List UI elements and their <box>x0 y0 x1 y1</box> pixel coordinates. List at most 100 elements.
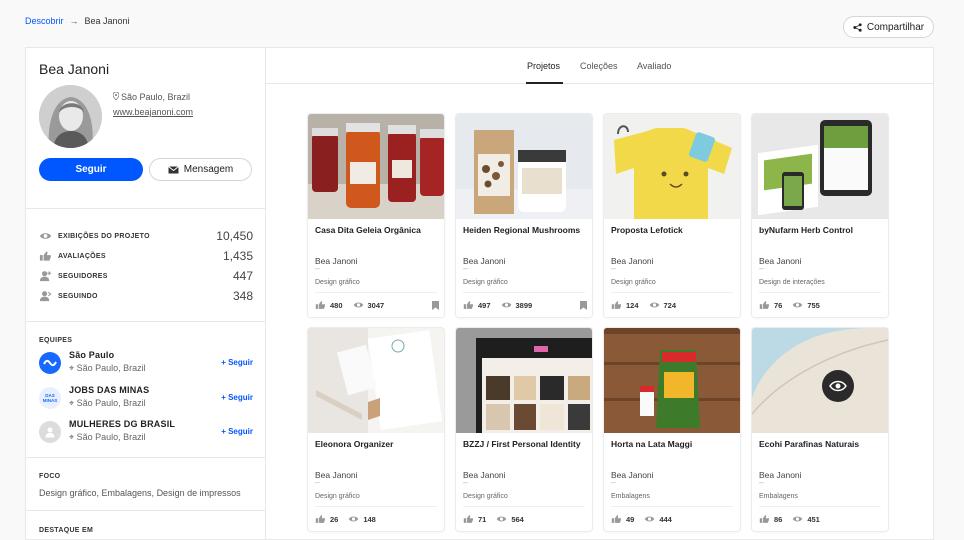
tab-collections[interactable]: Coleções <box>580 61 618 71</box>
divider <box>26 457 265 458</box>
project-thumbnail[interactable] <box>308 328 444 433</box>
project-title[interactable]: Heiden Regional Mushrooms <box>463 225 587 235</box>
team-name[interactable]: JOBS DAS MINAS <box>69 385 149 395</box>
team-item[interactable]: MULHERES DG BRASIL ⌖ São Paulo, Brazil +… <box>39 419 253 445</box>
stat-following: SEGUINDO 348 <box>38 288 253 304</box>
eye-icon <box>792 300 803 310</box>
project-field[interactable]: Design gráfico <box>315 279 360 286</box>
tab-appreciated[interactable]: Avaliado <box>637 61 671 71</box>
project-card[interactable]: Ecohi Parafinas Naturais Bea Janoni -- E… <box>752 328 888 531</box>
project-card[interactable]: Heiden Regional Mushrooms Bea Janoni -- … <box>456 114 592 317</box>
project-card[interactable]: Eleonora Organizer Bea Janoni -- Design … <box>308 328 444 531</box>
project-metrics: 124 724 <box>611 299 735 311</box>
project-title[interactable]: Proposta Lefotick <box>611 225 735 235</box>
profile-name: Bea Janoni <box>39 61 110 77</box>
focus-title: FOCO <box>39 473 61 480</box>
follow-button[interactable]: Seguir <box>39 158 143 181</box>
team-follow-button[interactable]: + Seguir <box>221 358 253 367</box>
thumbs-up-icon <box>315 514 326 524</box>
project-field[interactable]: Design de interações <box>759 279 825 286</box>
share-button[interactable]: Compartilhar <box>843 16 934 38</box>
divider <box>463 292 585 293</box>
thumbs-up-icon <box>759 300 770 310</box>
project-thumbnail[interactable] <box>456 328 592 433</box>
project-thumbnail[interactable] <box>752 328 888 433</box>
divider <box>759 292 881 293</box>
project-metrics: 497 3899 <box>463 299 587 311</box>
team-name[interactable]: MULHERES DG BRASIL <box>69 419 175 429</box>
project-field[interactable]: Design gráfico <box>611 279 656 286</box>
profile-sidebar: Bea Janoni São Paulo, Brazil www.beajano… <box>25 47 265 540</box>
project-title[interactable]: Horta na Lata Maggi <box>611 439 735 449</box>
project-title[interactable]: byNufarm Herb Control <box>759 225 883 235</box>
divider <box>759 506 881 507</box>
thumbs-up-icon <box>315 300 326 310</box>
project-title[interactable]: BZZJ / First Personal Identity <box>463 439 587 449</box>
team-item[interactable]: São Paulo ⌖ São Paulo, Brazil + Seguir <box>39 350 253 376</box>
project-card[interactable]: Horta na Lata Maggi Bea Janoni -- Embala… <box>604 328 740 531</box>
divider <box>611 506 733 507</box>
project-owner-meta: -- <box>759 480 764 487</box>
teams-title: EQUIPES <box>39 337 73 344</box>
stat-followers: SEGUIDORES 447 <box>38 268 253 284</box>
project-owner[interactable]: Bea Janoni <box>759 470 802 480</box>
project-card[interactable]: Proposta Lefotick Bea Janoni -- Design g… <box>604 114 740 317</box>
project-metrics: 71 564 <box>463 513 587 525</box>
bookmark-icon[interactable] <box>580 300 587 310</box>
eye-icon <box>649 300 660 310</box>
project-field[interactable]: Design gráfico <box>315 493 360 500</box>
project-owner[interactable]: Bea Janoni <box>611 470 654 480</box>
team-location: ⌖ São Paulo, Brazil <box>69 363 146 373</box>
tab-projects[interactable]: Projetos <box>527 61 560 71</box>
project-owner[interactable]: Bea Janoni <box>611 256 654 266</box>
thumbs-up-icon <box>463 514 474 524</box>
project-card[interactable]: byNufarm Herb Control Bea Janoni -- Desi… <box>752 114 888 317</box>
team-item[interactable]: DAS MINAS JOBS DAS MINAS ⌖ São Paulo, Br… <box>39 385 253 411</box>
project-title[interactable]: Eleonora Organizer <box>315 439 439 449</box>
profile-location: São Paulo, Brazil <box>112 91 191 102</box>
focus-text: Design gráfico, Embalagens, Design de im… <box>39 488 241 498</box>
project-owner-meta: -- <box>463 480 468 487</box>
project-owner[interactable]: Bea Janoni <box>759 256 802 266</box>
profile-website-link[interactable]: www.beajanoni.com <box>113 107 193 117</box>
stat-project-views: EXIBIÇÕES DO PROJETO 10,450 <box>38 228 253 244</box>
project-field[interactable]: Design gráfico <box>463 279 508 286</box>
thumbs-up-icon <box>611 514 622 524</box>
project-card[interactable]: Casa Dita Geleia Orgânica Bea Janoni -- … <box>308 114 444 317</box>
arrow-right-icon: → <box>69 16 79 26</box>
eye-icon <box>353 300 364 310</box>
eye-icon <box>348 514 359 524</box>
project-metrics: 86 451 <box>759 513 883 525</box>
project-card[interactable]: BZZJ / First Personal Identity Bea Janon… <box>456 328 592 531</box>
profile-location-text: São Paulo, Brazil <box>121 92 191 102</box>
project-owner[interactable]: Bea Janoni <box>463 256 506 266</box>
avatar[interactable] <box>39 85 102 148</box>
stat-appreciations: AVALIAÇÕES 1,435 <box>38 248 253 264</box>
team-follow-button[interactable]: + Seguir <box>221 393 253 402</box>
project-thumbnail[interactable] <box>456 114 592 219</box>
project-thumbnail[interactable] <box>308 114 444 219</box>
location-pin-icon: ⌖ <box>69 398 75 408</box>
project-thumbnail[interactable] <box>752 114 888 219</box>
project-thumbnail[interactable] <box>604 328 740 433</box>
message-button[interactable]: Mensagem <box>149 158 252 181</box>
project-owner[interactable]: Bea Janoni <box>315 470 358 480</box>
project-field[interactable]: Design gráfico <box>463 493 508 500</box>
project-thumbnail[interactable] <box>604 114 740 219</box>
project-owner[interactable]: Bea Janoni <box>315 256 358 266</box>
team-logo <box>39 352 61 374</box>
location-pin-icon <box>112 91 120 102</box>
project-field[interactable]: Embalagens <box>759 493 798 500</box>
bookmark-icon[interactable] <box>432 300 439 310</box>
project-owner[interactable]: Bea Janoni <box>463 470 506 480</box>
project-title[interactable]: Casa Dita Geleia Orgânica <box>315 225 439 235</box>
user-follow-icon <box>38 290 52 302</box>
thumbs-up-icon <box>611 300 622 310</box>
team-follow-button[interactable]: + Seguir <box>221 427 253 436</box>
team-name[interactable]: São Paulo <box>69 350 114 360</box>
project-owner-meta: -- <box>611 480 616 487</box>
project-title[interactable]: Ecohi Parafinas Naturais <box>759 439 883 449</box>
user-add-icon <box>38 270 52 282</box>
project-field[interactable]: Embalagens <box>611 493 650 500</box>
breadcrumb-link-discover[interactable]: Descobrir <box>25 16 64 26</box>
